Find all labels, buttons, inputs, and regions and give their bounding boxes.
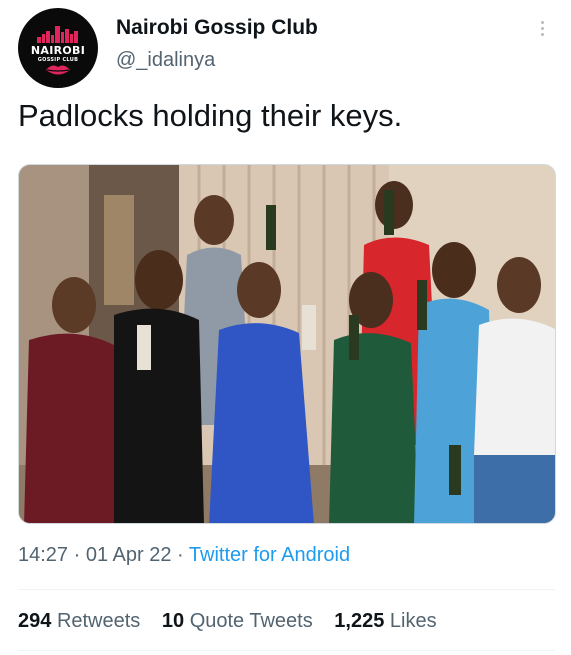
tweet-header: NAIROBI GOSSIP CLUB Nairobi Gossip Club … (18, 8, 555, 88)
author-display-name[interactable]: Nairobi Gossip Club (116, 16, 318, 40)
retweets-stat[interactable]: 294 Retweets (18, 610, 140, 632)
retweets-label: Retweets (56, 610, 141, 632)
tweet-stats: 294 Retweets 10 Quote Tweets 1,225 Likes (18, 608, 453, 634)
retweets-count: 294 (18, 610, 52, 632)
more-options-icon[interactable] (535, 18, 549, 46)
author-handle[interactable]: @_idalinya (116, 48, 318, 72)
tweet-text: Padlocks holding their keys. (18, 98, 403, 133)
tweet-photo[interactable] (18, 164, 556, 524)
meta-separator: · (171, 544, 189, 566)
tweet-meta: 14:27 · 01 Apr 22 · Twitter for Android (18, 542, 350, 568)
avatar-logo-subtext: GOSSIP CLUB (37, 57, 79, 63)
quote-tweets-stat[interactable]: 10 Quote Tweets (162, 610, 313, 632)
quote-tweets-count: 10 (161, 610, 185, 632)
tweet-date[interactable]: 01 Apr 22 (86, 544, 172, 566)
avatar[interactable]: NAIROBI GOSSIP CLUB (18, 8, 98, 88)
divider (18, 650, 555, 651)
likes-stat[interactable]: 1,225 Likes (334, 610, 436, 632)
author-names: Nairobi Gossip Club @_idalinya (116, 16, 318, 72)
divider (18, 589, 555, 590)
tweet-time[interactable]: 14:27 (18, 544, 68, 566)
meta-separator: · (68, 544, 86, 566)
group-photo-image (19, 165, 555, 523)
likes-label: Likes (389, 610, 437, 632)
avatar-logo-text: NAIROBI (30, 44, 86, 57)
likes-count: 1,225 (334, 610, 385, 632)
lips-icon (46, 65, 70, 75)
tweet-source-link[interactable]: Twitter for Android (189, 544, 350, 566)
quote-tweets-label: Quote Tweets (189, 610, 313, 632)
